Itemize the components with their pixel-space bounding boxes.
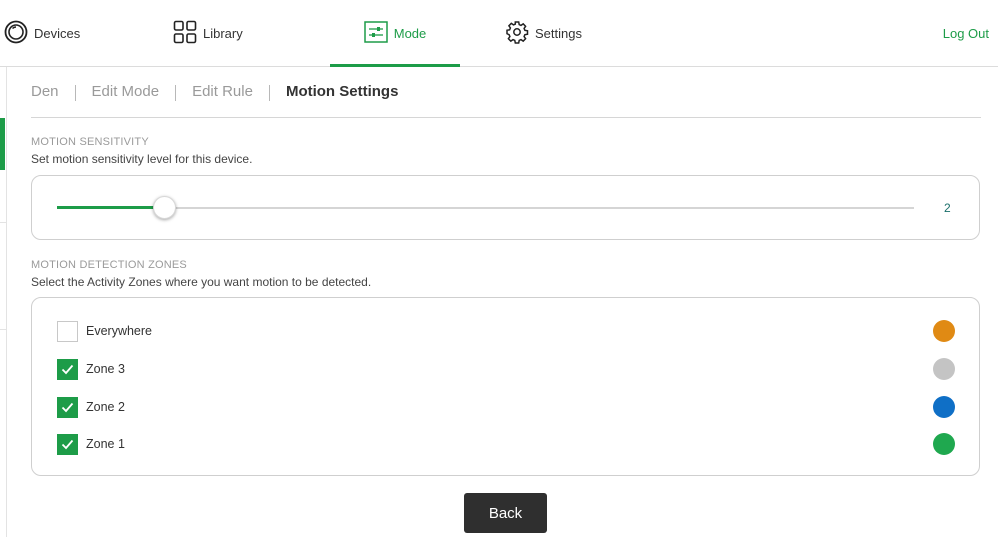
checkmark-icon (61, 439, 74, 449)
nav-settings[interactable]: Settings (505, 0, 582, 66)
zone-color-dot (933, 320, 955, 342)
nav-settings-label: Settings (535, 25, 582, 41)
zone-row-zone-2: Zone 2 (57, 396, 955, 418)
zone-label: Everywhere (86, 324, 152, 338)
devices-icon (4, 20, 28, 47)
left-rail-active-indicator (0, 118, 5, 170)
breadcrumb-separator (268, 85, 270, 101)
motion-sensitivity-description: Set motion sensitivity level for this de… (31, 152, 253, 166)
breadcrumb-separator (74, 85, 76, 101)
nav-library-label: Library (203, 25, 243, 41)
breadcrumb-den[interactable]: Den (31, 80, 59, 100)
zones-card: Everywhere Zone 3 Zone 2 Zone 1 (31, 297, 980, 476)
zone-2-checkbox[interactable] (57, 396, 78, 418)
logout-link[interactable]: Log Out (943, 0, 989, 66)
gear-icon (505, 20, 529, 47)
left-rail-divider (0, 222, 7, 223)
left-rail (0, 67, 7, 537)
nav-mode-label: Mode (393, 25, 427, 41)
zone-row-everywhere: Everywhere (57, 320, 955, 342)
sensitivity-card: 2 (31, 175, 980, 240)
zone-row-zone-1: Zone 1 (57, 433, 955, 455)
checkmark-icon (61, 364, 74, 374)
zone-3-checkbox[interactable] (57, 358, 78, 380)
everywhere-checkbox[interactable] (57, 320, 78, 342)
sensitivity-slider[interactable] (57, 196, 914, 219)
slider-thumb[interactable] (153, 196, 176, 219)
zone-color-dot (933, 358, 955, 380)
zone-label: Zone 1 (86, 437, 125, 451)
breadcrumb-motion-settings: Motion Settings (285, 83, 399, 100)
top-nav: Devices Library Mode Settings Log Out (0, 0, 998, 67)
sensitivity-value: 2 (944, 201, 951, 215)
nav-library[interactable]: Library (173, 0, 243, 66)
nav-devices[interactable]: Devices (4, 0, 80, 66)
zone-1-checkbox[interactable] (57, 433, 78, 455)
breadcrumb-separator (175, 85, 177, 101)
library-grid-icon (173, 20, 197, 47)
mode-sliders-icon (363, 20, 388, 46)
breadcrumb: Den Edit Mode Edit Rule Motion Settings (31, 80, 981, 118)
slider-fill (57, 206, 164, 209)
breadcrumb-edit-rule[interactable]: Edit Rule (192, 80, 253, 100)
nav-mode[interactable]: Mode (330, 0, 460, 67)
active-tab-indicator (330, 64, 460, 67)
zone-row-zone-3: Zone 3 (57, 358, 955, 380)
zone-label: Zone 3 (86, 362, 125, 376)
zone-color-dot (933, 396, 955, 418)
checkmark-icon (61, 402, 74, 412)
left-rail-divider (0, 329, 7, 330)
motion-zones-description: Select the Activity Zones where you want… (31, 275, 372, 289)
zone-color-dot (933, 433, 955, 455)
motion-zones-title: MOTION DETECTION ZONES (31, 259, 187, 271)
zone-label: Zone 2 (86, 400, 125, 414)
motion-sensitivity-title: MOTION SENSITIVITY (31, 136, 149, 148)
nav-devices-label: Devices (34, 25, 81, 41)
breadcrumb-edit-mode[interactable]: Edit Mode (92, 80, 160, 100)
back-button[interactable]: Back (464, 493, 547, 533)
